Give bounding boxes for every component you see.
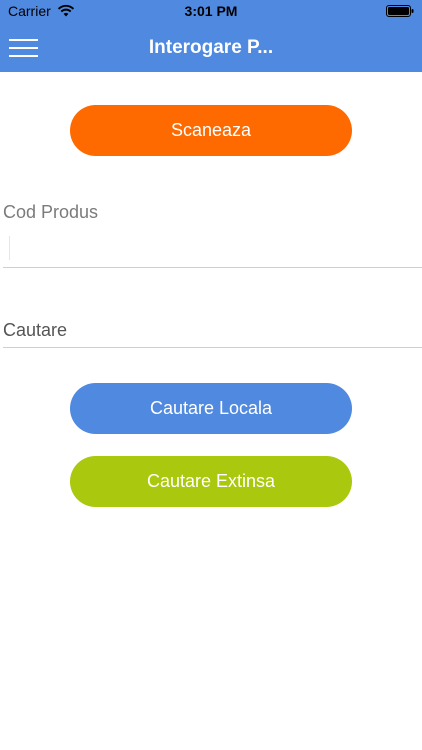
text-cursor <box>9 236 10 260</box>
product-code-input[interactable] <box>3 230 422 268</box>
extended-search-button[interactable]: Cautare Extinsa <box>70 456 352 507</box>
navigation-bar: Interogare P... <box>0 22 422 72</box>
battery-icon <box>386 5 414 17</box>
page-title: Interogare P... <box>148 37 274 58</box>
status-time: 3:01 PM <box>184 3 238 19</box>
search-input[interactable] <box>3 314 422 348</box>
status-bar: Carrier 3:01 PM <box>0 0 422 22</box>
product-code-label: Cod Produs <box>3 202 99 222</box>
local-search-button[interactable]: Cautare Locala <box>70 383 352 434</box>
scan-button[interactable]: Scaneaza <box>70 105 352 156</box>
